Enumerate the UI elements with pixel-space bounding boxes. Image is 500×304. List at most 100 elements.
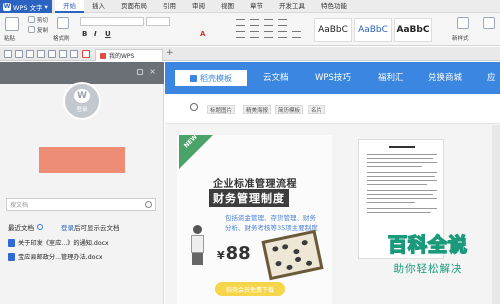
search-icon[interactable]	[145, 201, 152, 208]
search-icon[interactable]	[190, 103, 198, 111]
recent-docs-title: 最近文档	[8, 224, 34, 232]
menu-tab-page-layout[interactable]: 页面布局	[113, 0, 155, 13]
nav-cloud-docs[interactable]: 云文档	[263, 71, 289, 83]
businessman-illustration	[185, 225, 211, 265]
filter-tag[interactable]: 简历模板	[275, 105, 304, 114]
nav-templates-label: 稻壳模板	[200, 73, 232, 83]
redo-icon[interactable]	[70, 50, 78, 58]
wps-avatar-icon: W	[74, 89, 90, 103]
style-preview-normal[interactable]: AaBbC	[314, 18, 352, 42]
outdent-icon[interactable]	[278, 19, 287, 26]
menu-tab-section[interactable]: 章节	[242, 0, 271, 13]
filter-tag[interactable]: 名片	[308, 105, 326, 114]
free-download-button[interactable]: 稻壳会员免费下载	[215, 282, 285, 296]
card-headline: 企业标准管理流程	[213, 179, 297, 190]
new-doc-icon[interactable]	[4, 50, 12, 58]
menu-tab-insert[interactable]: 插入	[84, 0, 113, 13]
font-color-button[interactable]: A	[200, 30, 205, 38]
align-left-icon[interactable]	[236, 31, 245, 38]
justify-icon[interactable]	[278, 31, 287, 38]
new-style-label[interactable]: 新样式	[452, 34, 469, 42]
nav-templates[interactable]: 稻壳模板	[175, 70, 247, 86]
pin-icon[interactable]	[82, 50, 90, 58]
line-spacing-icon[interactable]	[292, 31, 301, 38]
copy-icon[interactable]	[28, 26, 35, 33]
menu-tabs: 开始 插入 页面布局 引用 审阅 视图 章节 开发工具 特色功能	[55, 0, 355, 13]
ribbon-toolbar: 粘贴 剪切 复制 格式刷 B I U A AaBbC AaBbC AaBbC 新…	[0, 13, 500, 46]
text-tools-icon[interactable]	[483, 17, 495, 29]
refresh-icon[interactable]	[37, 224, 43, 230]
word-doc-icon	[8, 252, 15, 261]
bullet-list-icon[interactable]	[236, 19, 245, 26]
card-description: 包括资金管理、存货管理、财务分析、财务考核等35项主要制度	[225, 214, 318, 232]
format-painter-icon[interactable]	[57, 17, 69, 29]
recent-doc-name: 宝应县邮政分...管理办法.docx	[18, 254, 103, 261]
nav-mall[interactable]: 兑换商城	[428, 71, 462, 83]
price-value: 88	[225, 243, 251, 264]
underline-button[interactable]: U	[105, 30, 111, 38]
bold-button[interactable]: B	[82, 30, 87, 38]
recent-docs-header: 最近文档 登录 后可显示云文档	[8, 222, 158, 232]
chevron-down-icon: ▾	[44, 2, 48, 11]
app-menu-button[interactable]: W WPS 文字 ▾	[0, 0, 52, 13]
copy-label[interactable]: 复制	[37, 26, 48, 34]
paste-label[interactable]: 粘贴	[4, 34, 15, 42]
add-tab-button[interactable]: +	[166, 48, 174, 58]
close-icon[interactable]: ×	[149, 67, 156, 76]
menu-tab-home[interactable]: 开始	[55, 0, 84, 13]
cut-icon[interactable]	[28, 16, 35, 23]
save-icon[interactable]	[26, 50, 34, 58]
italic-button[interactable]: I	[94, 30, 97, 38]
numbered-list-icon[interactable]	[250, 19, 259, 26]
align-center-icon[interactable]	[250, 31, 259, 38]
menu-bar: W WPS 文字 ▾ 开始 插入 页面布局 引用 审阅 视图 章节 开发工具 特…	[0, 0, 500, 13]
avatar[interactable]: W 登录	[63, 82, 101, 120]
style-preview-heading1[interactable]: AaBbC	[354, 18, 392, 42]
tab-my-wps-label: 我的WPS	[109, 53, 135, 60]
open-icon[interactable]	[15, 50, 23, 58]
undo-icon[interactable]	[59, 50, 67, 58]
currency-symbol: ¥	[217, 249, 225, 262]
nav-welfare[interactable]: 福利汇	[378, 71, 404, 83]
doc-search-placeholder: 搜文档	[10, 202, 29, 209]
doc-search-input[interactable]: 搜文档	[6, 198, 156, 211]
wps-doc-icon	[100, 52, 106, 59]
menu-tab-view[interactable]: 视图	[213, 0, 242, 13]
indent-icon[interactable]	[264, 19, 273, 26]
recent-doc-name: 关于印发《室应...》的通知.docx	[18, 240, 109, 247]
watermark-subtitle: 助你轻松解决	[393, 263, 463, 275]
login-label[interactable]: 登录	[76, 105, 87, 113]
recent-login-link[interactable]: 登录	[61, 222, 74, 232]
docer-icon	[190, 74, 197, 82]
filter-tag[interactable]: 标题图片	[207, 105, 236, 114]
preview-icon[interactable]	[48, 50, 56, 58]
menu-tab-developer[interactable]: 开发工具	[271, 0, 313, 13]
list-item[interactable]: 关于印发《室应...》的通知.docx	[8, 237, 158, 248]
nav-more[interactable]: 应	[487, 71, 496, 83]
template-filter-bar: 标题图片 精美海报 简历模板 名片	[165, 94, 500, 124]
card-price: ¥ 88	[217, 243, 251, 264]
card-title: 财务管理制度	[209, 189, 289, 207]
paste-icon[interactable]	[5, 17, 19, 31]
list-item[interactable]: 宝应县邮政分...管理办法.docx	[8, 251, 158, 262]
menu-tab-review[interactable]: 审阅	[184, 0, 213, 13]
format-painter-label[interactable]: 格式刷	[53, 34, 70, 42]
menu-tab-special[interactable]: 特色功能	[313, 0, 355, 13]
recent-login-hint: 后可显示云文档	[74, 224, 120, 232]
scrollbar[interactable]	[492, 125, 500, 304]
print-icon[interactable]	[37, 50, 45, 58]
filter-tag[interactable]: 精美海报	[243, 105, 272, 114]
menu-tab-references[interactable]: 引用	[155, 0, 184, 13]
message-icon[interactable]	[137, 69, 143, 75]
align-right-icon[interactable]	[264, 31, 273, 38]
promo-banner[interactable]	[39, 147, 125, 173]
font-size-combo[interactable]	[146, 17, 170, 26]
watermark-title: 百科全说	[387, 233, 468, 257]
word-doc-icon	[8, 238, 15, 247]
cut-label[interactable]: 剪切	[37, 16, 48, 24]
nav-wps-tips[interactable]: WPS技巧	[315, 71, 351, 83]
font-name-combo[interactable]	[80, 17, 144, 26]
tab-my-wps[interactable]: 我的WPS	[95, 49, 163, 61]
style-preview-heading2[interactable]: AaBbC	[394, 18, 432, 42]
new-style-icon[interactable]	[457, 17, 469, 29]
